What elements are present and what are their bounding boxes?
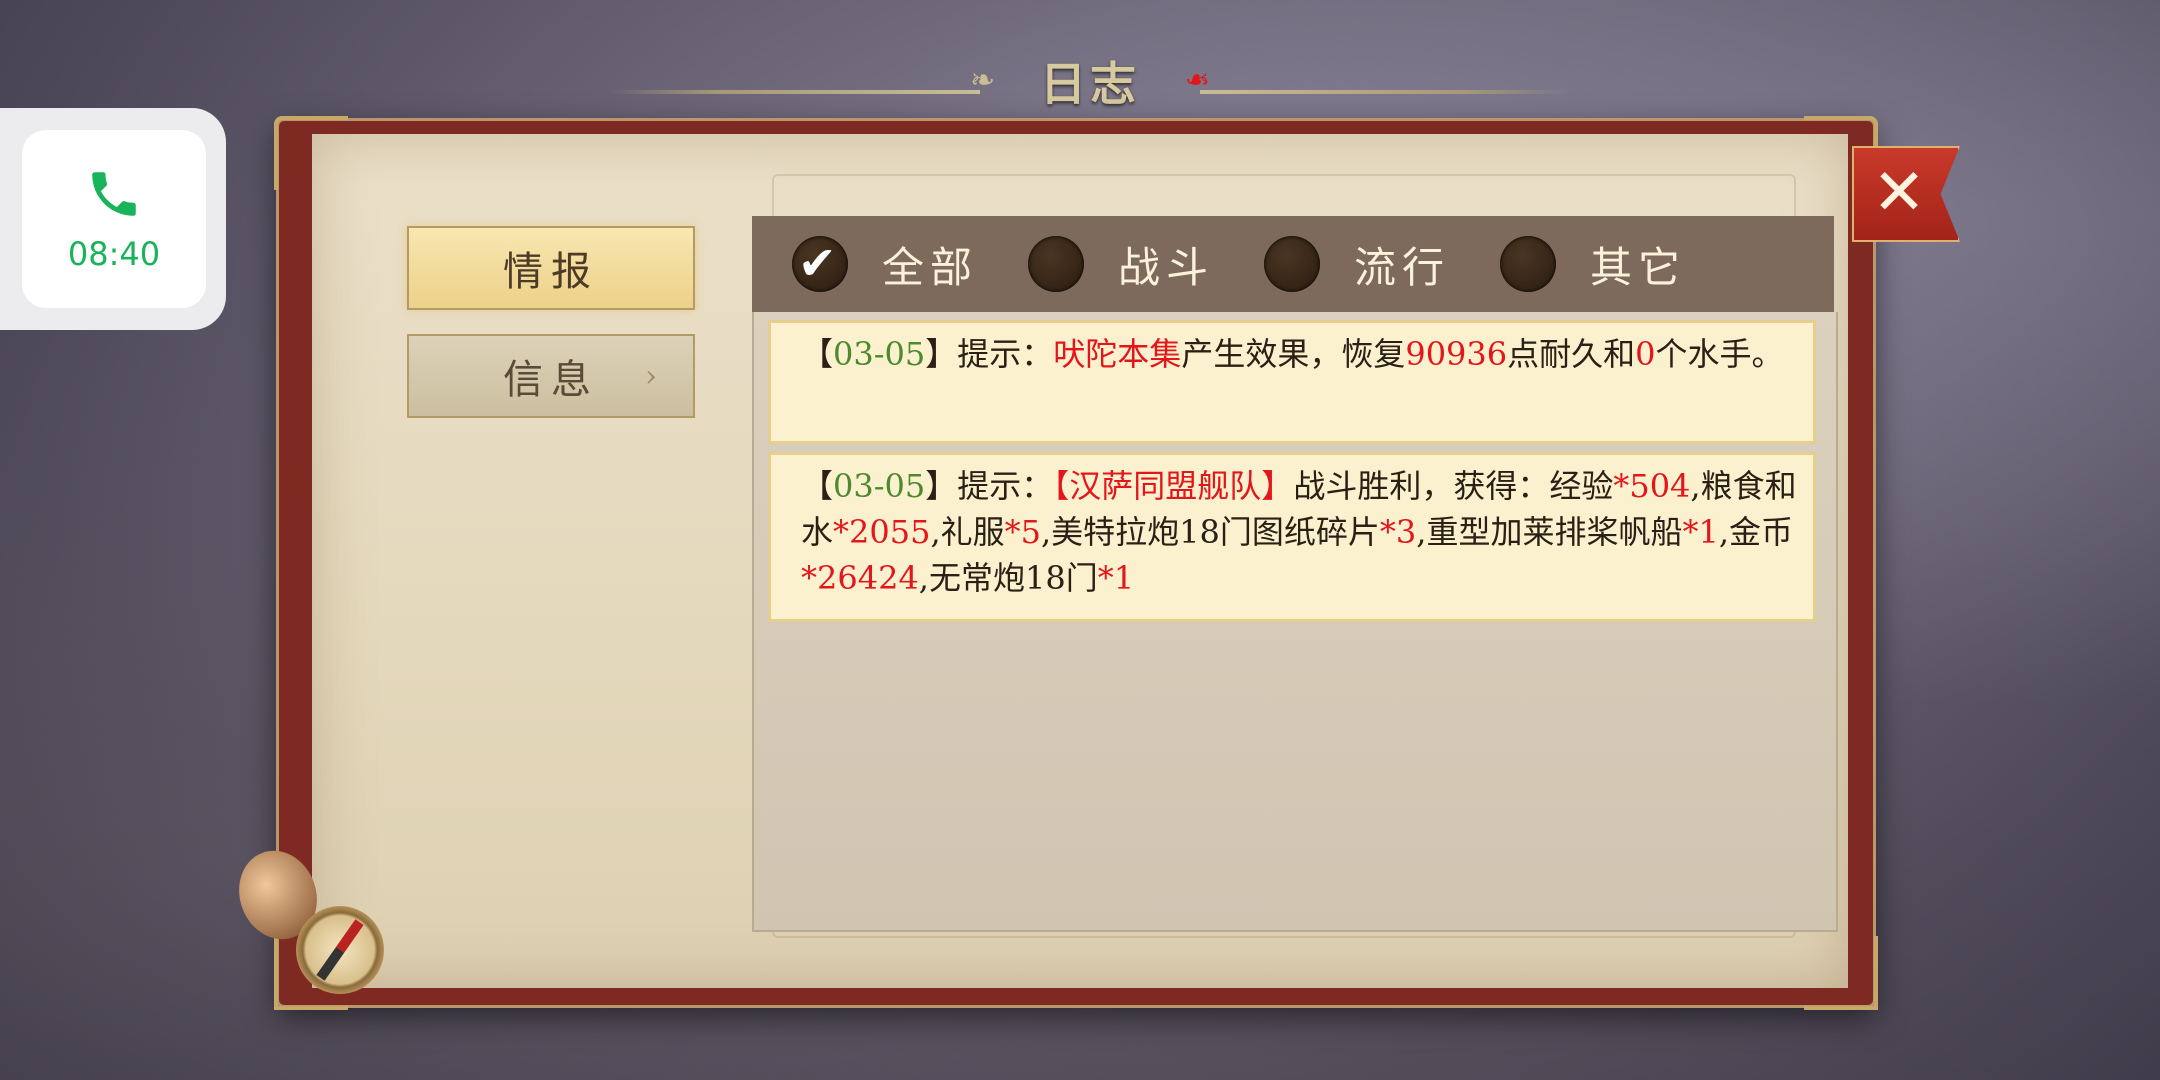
page-title: 日志 — [1040, 57, 1140, 111]
log-list[interactable]: 【03-05】提示：吠陀本集产生效果，恢复90936点耐久和0个水手。 【03-… — [752, 312, 1838, 932]
title-bar: ❧ 日志 ❧ — [610, 48, 1570, 111]
filter-all-radio[interactable]: ✔ — [792, 236, 848, 292]
log-date: 03-05 — [833, 335, 926, 373]
log-item-name: 吠陀本集 — [1053, 335, 1182, 373]
tab-intel-label: 情报 — [503, 249, 599, 295]
filter-battle-radio[interactable] — [1028, 236, 1084, 292]
log-text: ,重型加莱排桨帆船 — [1416, 513, 1683, 551]
bracket: 【 — [801, 335, 834, 373]
log-date: 03-05 — [833, 467, 926, 505]
filter-all-label: 全部 — [882, 242, 979, 292]
log-text: ,无常炮18门 — [918, 559, 1098, 597]
filter-other-label: 其它 — [1590, 242, 1687, 292]
tab-messages-label: 信息 — [503, 357, 599, 403]
call-widget[interactable]: 08:40 — [0, 108, 226, 330]
log-value: 0 — [1635, 335, 1656, 373]
filter-trend[interactable]: 流行 — [1264, 234, 1460, 295]
close-button[interactable]: ✕ — [1852, 146, 1960, 242]
bracket: 】 — [925, 335, 958, 373]
log-text: 个水手。 — [1655, 335, 1784, 373]
phone-icon — [92, 172, 136, 216]
log-value: *504 — [1613, 467, 1691, 505]
log-value: *1 — [1682, 513, 1719, 551]
bracket: 】 — [925, 467, 958, 505]
log-text: 产生效果，恢复 — [1181, 335, 1406, 373]
log-entry: 【03-05】提示：吠陀本集产生效果，恢复90936点耐久和0个水手。 — [768, 320, 1816, 444]
tab-intel[interactable]: 情报 — [407, 226, 695, 310]
log-text: 点耐久和 — [1507, 335, 1636, 373]
log-prefix: 提示： — [957, 335, 1054, 373]
filter-all[interactable]: ✔ 全部 — [792, 234, 988, 295]
filter-battle-label: 战斗 — [1118, 242, 1215, 292]
compass-icon — [226, 839, 390, 1000]
log-text: ,金币 — [1718, 513, 1793, 551]
close-icon: ✕ — [1872, 156, 1926, 230]
call-timer: 08:40 — [67, 235, 161, 273]
log-prefix: 提示： — [957, 467, 1054, 505]
paper-page: 情报 信息 › ✔ 全部 战斗 流行 其它 【03-05】提示：吠陀本集产生效果… — [312, 134, 1848, 988]
log-value: *5 — [1004, 513, 1041, 551]
log-text: ,礼服 — [930, 513, 1005, 551]
bracket: 【 — [801, 467, 834, 505]
filter-other-radio[interactable] — [1500, 236, 1556, 292]
tab-messages[interactable]: 信息 › — [407, 334, 695, 418]
log-text: ,美特拉炮18门图纸碎片 — [1041, 513, 1380, 551]
filter-trend-radio[interactable] — [1264, 236, 1320, 292]
log-text: 战斗胜利，获得：经验 — [1293, 467, 1614, 505]
filter-other[interactable]: 其它 — [1500, 234, 1696, 295]
title-divider-right — [1200, 90, 1570, 94]
log-value: *1 — [1097, 559, 1135, 597]
filter-trend-label: 流行 — [1354, 242, 1451, 292]
log-entry: 【03-05】提示：【汉萨同盟舰队】战斗胜利，获得：经验*504,粮食和水*20… — [768, 452, 1816, 622]
log-book-panel: 情报 信息 › ✔ 全部 战斗 流行 其它 【03-05】提示：吠陀本集产生效果… — [274, 116, 1878, 1010]
log-value: *2055 — [833, 513, 931, 551]
chevron-right-icon: › — [645, 358, 665, 394]
log-value: *3 — [1379, 513, 1417, 551]
filter-bar: ✔ 全部 战斗 流行 其它 — [752, 216, 1834, 312]
log-value: 90936 — [1405, 335, 1508, 373]
call-button[interactable]: 08:40 — [22, 130, 206, 308]
log-fleet-name: 【汉萨同盟舰队】 — [1053, 467, 1294, 505]
log-value: *26424 — [801, 559, 919, 597]
filter-battle[interactable]: 战斗 — [1028, 234, 1224, 295]
checkmark-icon: ✔ — [798, 236, 837, 290]
